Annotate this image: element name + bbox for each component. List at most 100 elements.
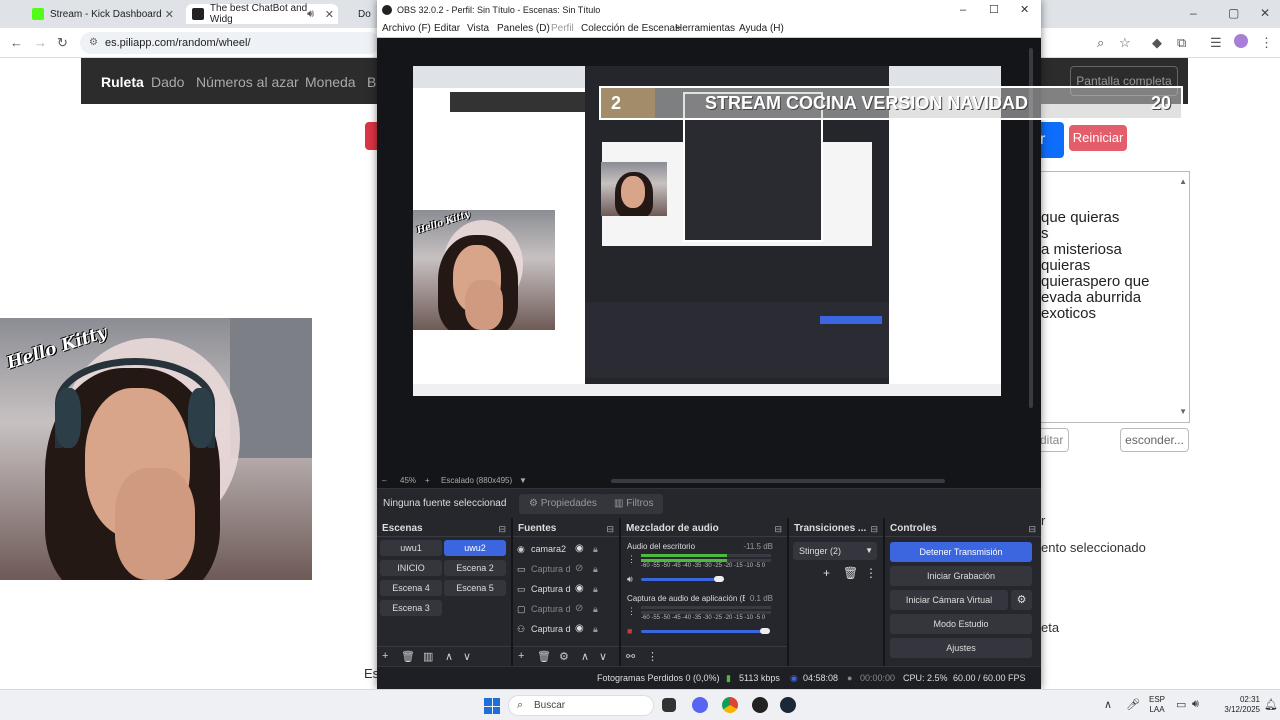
nav-dado[interactable]: Dado	[151, 74, 184, 90]
studio-mode-button[interactable]: Modo Estudio	[890, 614, 1032, 634]
transition-select[interactable]: Stinger (2) ▼	[793, 542, 877, 560]
menu-vista[interactable]: Vista	[467, 20, 489, 38]
discord-icon[interactable]	[692, 697, 708, 713]
menu-herramientas[interactable]: Herramientas	[675, 20, 735, 38]
start-virtual-camera-button[interactable]: Iniciar Cámara Virtual	[890, 590, 1008, 610]
obs-icon[interactable]	[752, 697, 768, 713]
menu-paneles[interactable]: Paneles (D)	[497, 20, 550, 38]
scroll-up-icon[interactable]: ▲	[1179, 174, 1187, 190]
dock-popout-icon[interactable]: ⊟	[774, 521, 782, 537]
options-textarea[interactable]: que quieras s a misteriosa quieras quier…	[1040, 171, 1190, 423]
dock-popout-icon[interactable]: ⊟	[870, 521, 878, 537]
lock-icon[interactable]: 🔒︎	[593, 620, 598, 638]
menu-icon[interactable]: ⋮	[1260, 35, 1273, 51]
tab-do[interactable]: Do	[346, 4, 376, 24]
virtual-camera-settings-icon[interactable]: ⚙	[1011, 590, 1032, 610]
eye-icon[interactable]: ◉	[575, 620, 584, 638]
scene-inicio[interactable]: INICIO	[380, 560, 442, 576]
more-icon[interactable]: ⋮	[627, 554, 636, 565]
steam-icon[interactable]	[780, 697, 796, 713]
close-icon[interactable]: ✕	[1020, 0, 1029, 20]
menu-ayuda[interactable]: Ayuda (H)	[739, 20, 784, 38]
move-down-icon[interactable]: ∨	[463, 650, 471, 663]
dock-popout-icon[interactable]: ⊟	[498, 521, 506, 537]
reset-button[interactable]: Reiniciar	[1069, 125, 1127, 151]
puzzle-icon[interactable]: ⧉	[1177, 35, 1186, 51]
start-icon[interactable]	[484, 698, 500, 714]
menu-coleccion[interactable]: Colección de Escenas	[581, 20, 680, 38]
minimize-icon[interactable]: –	[1190, 6, 1197, 20]
eye-hidden-icon[interactable]: ⊘	[575, 600, 583, 618]
mute-icon[interactable]: ■	[627, 626, 632, 636]
zoom-icon[interactable]: ⌕	[1097, 35, 1104, 51]
maximize-icon[interactable]: ☐	[989, 0, 999, 20]
volume-icon[interactable]: 🔊︎	[1192, 698, 1199, 711]
add-icon[interactable]: +	[382, 650, 388, 662]
menu-perfil[interactable]: Perfil	[551, 20, 574, 38]
lock-icon[interactable]: 🔒︎	[593, 540, 598, 558]
profile-avatar[interactable]	[1234, 34, 1248, 48]
language-indicator[interactable]: ESP LAA	[1146, 695, 1168, 715]
scene-uwu1[interactable]: uwu1	[380, 540, 442, 556]
task-view-icon[interactable]	[662, 698, 676, 712]
close-icon[interactable]: ✕	[1260, 6, 1270, 20]
filters-button[interactable]: ▥ Filtros	[604, 494, 664, 514]
microphone-icon[interactable]: 🎤︎	[1126, 698, 1140, 711]
scene-escena-2[interactable]: Escena 2	[444, 560, 506, 576]
add-icon[interactable]: +	[518, 650, 524, 662]
spin-button[interactable]: r	[1040, 122, 1064, 158]
more-icon[interactable]: ⋮	[627, 606, 636, 617]
more-icon[interactable]: ⋮	[865, 566, 877, 580]
scene-escena-4[interactable]: Escena 4	[380, 580, 442, 596]
scene-escena-5[interactable]: Escena 5	[444, 580, 506, 596]
menu-editar[interactable]: Editar	[434, 20, 460, 38]
back-icon[interactable]: ←	[10, 35, 23, 50]
chrome-icon[interactable]	[722, 697, 738, 713]
taskbar-search[interactable]: ⌕ Buscar	[508, 695, 654, 716]
move-down-icon[interactable]: ∨	[599, 650, 607, 663]
nav-numeros[interactable]: Números al azar	[196, 74, 299, 90]
network-icon[interactable]: ▭	[1176, 698, 1186, 711]
link-icon[interactable]: ⚯	[626, 650, 635, 663]
tray-chevron-icon[interactable]: ∧	[1104, 698, 1112, 711]
scene-escena-3[interactable]: Escena 3	[380, 600, 442, 616]
source-item[interactable]: ⚇ Captura de ◉ 🔒︎	[517, 620, 611, 638]
eye-icon[interactable]: ◉	[575, 540, 584, 558]
settings-button[interactable]: Ajustes	[890, 638, 1032, 658]
trash-icon[interactable]: 🗑︎	[401, 650, 415, 663]
start-recording-button[interactable]: Iniciar Grabación	[890, 566, 1032, 586]
move-up-icon[interactable]: ∧	[445, 650, 453, 663]
volume-slider[interactable]	[641, 630, 765, 633]
eye-icon[interactable]: ◉	[575, 580, 584, 598]
dock-popout-icon[interactable]: ⊟	[1028, 521, 1036, 537]
extension-icon[interactable]: ◆	[1152, 35, 1162, 51]
lock-icon[interactable]: 🔒︎	[593, 580, 598, 598]
site-info-icon[interactable]: ⚙	[89, 32, 98, 54]
source-item[interactable]: ◉ camara2 ◉ 🔒︎	[517, 540, 611, 558]
nav-ruleta[interactable]: Ruleta	[101, 74, 144, 90]
clock[interactable]: 02:31 3/12/2025	[1208, 695, 1260, 715]
minimize-icon[interactable]: –	[960, 0, 966, 20]
scene-uwu2[interactable]: uwu2	[444, 540, 506, 556]
trash-icon[interactable]: 🗑︎	[537, 650, 551, 663]
properties-button[interactable]: ⚙ Propiedades	[519, 494, 607, 514]
volume-knob[interactable]	[759, 628, 770, 634]
lock-icon[interactable]: 🔒︎	[593, 600, 598, 618]
scaling-dropdown-icon[interactable]: ▼	[519, 474, 527, 488]
scroll-down-icon[interactable]: ▼	[1179, 404, 1187, 420]
speaker-icon[interactable]: 🔊︎	[627, 574, 633, 585]
trash-icon[interactable]: 🗑︎	[843, 566, 858, 580]
source-item[interactable]: ▭ Captura de ⊘ 🔒︎	[517, 560, 611, 578]
source-item[interactable]: ▭ Captura de ◉ 🔒︎	[517, 580, 611, 598]
hide-button[interactable]: esconder...	[1120, 428, 1189, 452]
more-icon[interactable]: ⋮	[647, 650, 658, 663]
add-icon[interactable]: +	[823, 566, 830, 580]
tab-kick-dashboard[interactable]: Stream - Kick Dashboard ✕	[26, 4, 178, 24]
nav-moneda[interactable]: Moneda	[305, 74, 356, 90]
url-input[interactable]: ⚙ es.piliapp.com/random/wheel/	[80, 32, 380, 54]
move-up-icon[interactable]: ∧	[581, 650, 589, 663]
dock-popout-icon[interactable]: ⊟	[606, 521, 614, 537]
edit-button[interactable]: ditar	[1040, 428, 1069, 452]
menu-archivo[interactable]: Archivo (F)	[382, 20, 431, 38]
close-tab-icon[interactable]: ✕	[325, 8, 334, 21]
